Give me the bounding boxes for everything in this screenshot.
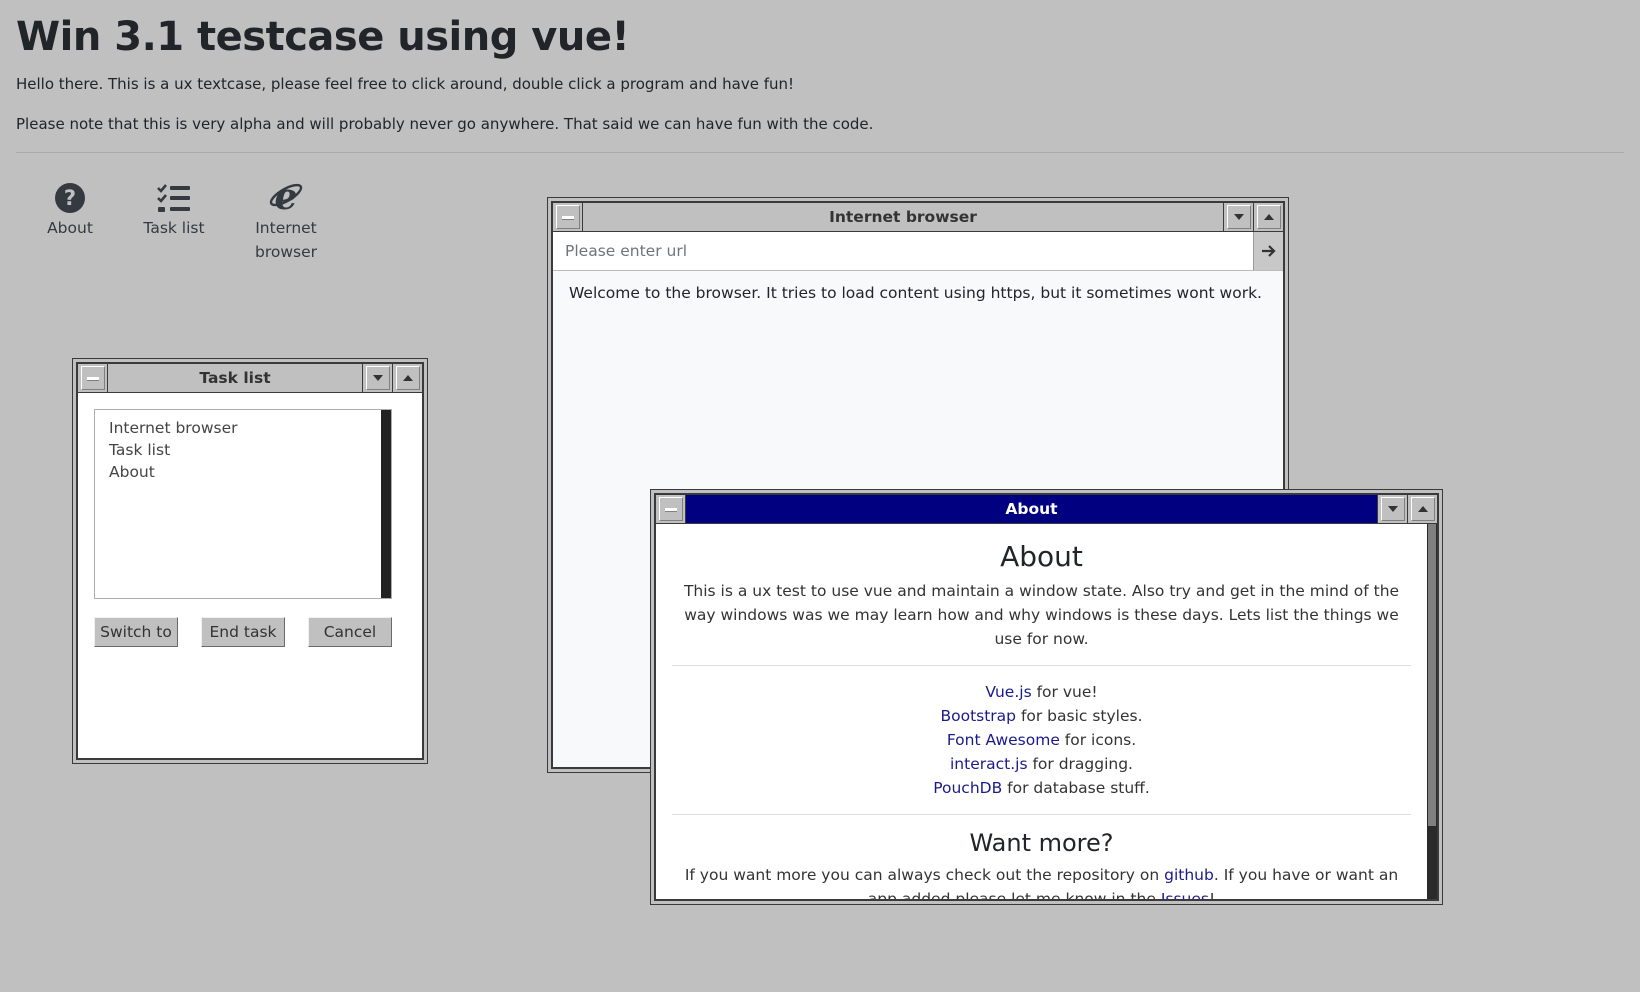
intro-note: Please note that this is very alpha and …: [16, 115, 874, 133]
task-list-client: Internet browser Task list About Switch …: [77, 393, 423, 759]
pouchdb-link[interactable]: PouchDB: [933, 779, 1002, 797]
more-text: If you want more you can always check ou…: [684, 866, 1165, 884]
want-more-heading: Want more?: [969, 829, 1114, 857]
tasks-icon: [129, 178, 219, 214]
issues-link[interactable]: Issues: [1161, 890, 1209, 899]
minus-icon: [561, 215, 574, 219]
list-item[interactable]: About: [95, 461, 391, 483]
about-scrollbar[interactable]: [1427, 524, 1437, 899]
control-menu-button[interactable]: [656, 495, 686, 523]
browser-titlebar[interactable]: Internet browser: [552, 202, 1284, 232]
caret-up-icon: [402, 375, 413, 381]
question-circle-icon: ?: [25, 178, 115, 214]
task-listbox[interactable]: Internet browser Task list About: [94, 409, 392, 599]
window-title: About: [686, 495, 1377, 523]
desktop-icon-about[interactable]: ? About: [25, 178, 115, 240]
end-task-button[interactable]: End task: [201, 617, 285, 647]
window-title: Task list: [199, 369, 271, 387]
credit-line: Bootstrap for basic styles.: [656, 704, 1427, 728]
github-link[interactable]: github: [1164, 866, 1214, 884]
about-client: About This is a ux test to use vue and m…: [655, 524, 1438, 900]
vuejs-link[interactable]: Vue.js: [985, 683, 1031, 701]
minimize-button[interactable]: [1377, 495, 1407, 523]
font-awesome-link[interactable]: Font Awesome: [947, 731, 1060, 749]
bootstrap-link[interactable]: Bootstrap: [940, 707, 1016, 725]
desktop-icon-label: Internet browser: [254, 219, 317, 261]
desktop-icon-internet-browser[interactable]: e Internet browser: [240, 178, 332, 264]
go-button[interactable]: [1253, 232, 1283, 270]
window-title: Internet browser: [829, 208, 977, 226]
minus-icon: [664, 507, 677, 511]
listbox-scrollbar[interactable]: [381, 410, 391, 598]
about-content: About This is a ux test to use vue and m…: [656, 524, 1427, 899]
internet-explorer-icon: e: [240, 178, 332, 214]
maximize-button[interactable]: [392, 364, 422, 392]
caret-down-icon: [1233, 214, 1244, 220]
credit-line: PouchDB for database stuff.: [656, 776, 1427, 800]
credit-text: for dragging.: [1027, 755, 1133, 773]
credit-text: for vue!: [1031, 683, 1098, 701]
welcome-text: Welcome to the browser. It tries to load…: [569, 284, 1262, 302]
minus-icon: [86, 376, 99, 380]
desktop-icon-task-list[interactable]: Task list: [129, 178, 219, 240]
more-text: !: [1208, 890, 1216, 899]
switch-to-button[interactable]: Switch to: [94, 617, 178, 647]
scrollbar-thumb[interactable]: [1428, 524, 1436, 826]
url-input[interactable]: [553, 232, 1253, 270]
minimize-button[interactable]: [1223, 203, 1253, 231]
arrow-right-icon: [1261, 245, 1276, 257]
about-titlebar[interactable]: About: [655, 494, 1438, 524]
intro-paragraph: Hello there. This is a ux textcase, plea…: [16, 75, 795, 93]
page-title: Win 3.1 testcase using vue!: [16, 14, 630, 60]
desktop-icon-label: Task list: [143, 219, 205, 237]
divider: [16, 152, 1624, 153]
interactjs-link[interactable]: interact.js: [950, 755, 1028, 773]
credit-text: for basic styles.: [1016, 707, 1143, 725]
divider: [672, 665, 1411, 666]
credit-line: Font Awesome for icons.: [656, 728, 1427, 752]
svg-text:?: ?: [64, 186, 76, 210]
list-item[interactable]: Task list: [95, 439, 391, 461]
about-window[interactable]: About About This is a ux test to use vue…: [650, 489, 1443, 905]
about-description: This is a ux test to use vue and maintai…: [683, 582, 1400, 648]
caret-down-icon: [372, 375, 383, 381]
want-more-text: If you want more you can always check ou…: [678, 863, 1405, 899]
list-item[interactable]: Internet browser: [95, 417, 391, 439]
credit-text: for icons.: [1059, 731, 1137, 749]
control-menu-button[interactable]: [553, 203, 583, 231]
maximize-button[interactable]: [1407, 495, 1437, 523]
credit-line: interact.js for dragging.: [656, 752, 1427, 776]
caret-up-icon: [1417, 506, 1428, 512]
cancel-button[interactable]: Cancel: [308, 617, 392, 647]
divider: [672, 814, 1411, 815]
credit-text: for database stuff.: [1002, 779, 1150, 797]
desktop-icon-label: About: [47, 219, 93, 237]
minimize-button[interactable]: [362, 364, 392, 392]
task-list-titlebar[interactable]: Task list: [77, 363, 423, 393]
url-bar: [553, 232, 1283, 271]
maximize-button[interactable]: [1253, 203, 1283, 231]
caret-up-icon: [1263, 214, 1274, 220]
task-list-window[interactable]: Task list Internet browser Task list Abo…: [72, 358, 428, 764]
about-heading: About: [1000, 540, 1083, 573]
caret-down-icon: [1387, 506, 1398, 512]
control-menu-button[interactable]: [78, 364, 108, 392]
credit-line: Vue.js for vue!: [656, 680, 1427, 704]
